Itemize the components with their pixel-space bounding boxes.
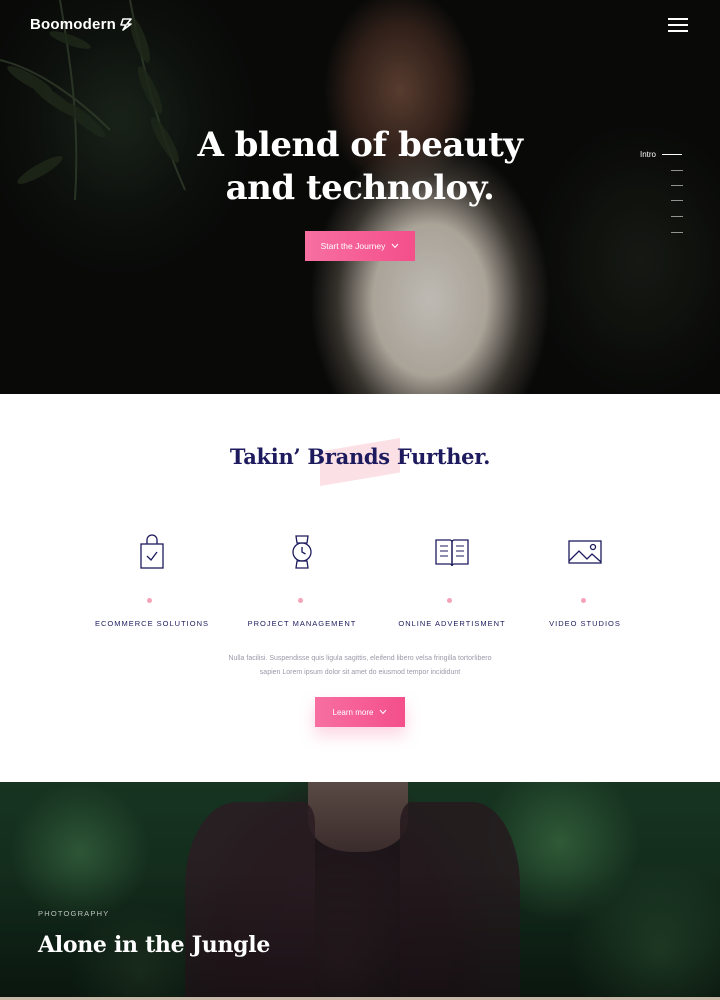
section-side-nav: Intro	[640, 150, 683, 233]
hamburger-menu-icon[interactable]	[668, 18, 688, 32]
feature-label: VIDEO STUDIOS	[549, 619, 621, 628]
side-nav-item[interactable]	[671, 216, 683, 217]
photography-feature-section[interactable]: PHOTOGRAPHY Alone in the Jungle	[0, 782, 720, 1000]
chevron-down-icon	[391, 243, 399, 249]
side-nav-item[interactable]	[671, 232, 683, 233]
learn-more-button[interactable]: Learn more	[315, 697, 405, 727]
services-section: Takin’ Brands Further. ECOMMERCE SOLUTIO…	[0, 394, 720, 782]
lightning-bolt-icon	[120, 18, 132, 31]
hero-title-line1: A blend of beauty	[197, 125, 523, 165]
image-icon	[568, 540, 602, 564]
side-nav-item[interactable]	[671, 185, 683, 186]
services-description-line1: Nulla facilisi. Suspendisse quis ligula …	[228, 655, 492, 662]
section-title: Takin’ Brands Further.	[229, 444, 491, 469]
open-book-icon	[435, 539, 469, 567]
side-nav-item-intro[interactable]: Intro	[640, 150, 683, 159]
watch-icon	[292, 535, 312, 569]
chevron-down-icon	[380, 709, 387, 715]
feature-kicker: PHOTOGRAPHY	[38, 909, 110, 918]
feature-title[interactable]: Alone in the Jungle	[38, 932, 270, 958]
feature-dot	[447, 598, 452, 603]
side-nav-active-line	[662, 154, 683, 155]
services-description: Nulla facilisi. Suspendisse quis ligula …	[210, 652, 510, 680]
start-journey-label: Start the Journey	[320, 241, 386, 251]
start-journey-button[interactable]: Start the Journey	[305, 231, 415, 261]
feature-project-management[interactable]: PROJECT MANAGEMENT	[222, 534, 382, 628]
hero-title-line2: and technoloy.	[225, 168, 495, 208]
hero-section: Boomodern A blend of beauty and technolo…	[0, 0, 720, 394]
shopping-bag-icon	[140, 534, 164, 569]
side-nav-item[interactable]	[671, 170, 683, 171]
feature-label: ECOMMERCE SOLUTIONS	[94, 619, 209, 628]
feature-dot	[298, 598, 303, 603]
side-nav-item[interactable]	[671, 200, 683, 201]
feature-image-overlay	[0, 782, 720, 1000]
feature-ecommerce[interactable]: ECOMMERCE SOLUTIONS	[72, 534, 232, 628]
hero-title: A blend of beauty and technoloy.	[0, 124, 720, 210]
side-nav-intro-label: Intro	[640, 150, 657, 159]
feature-dot	[581, 598, 586, 603]
logo[interactable]: Boomodern	[30, 16, 132, 33]
feature-video-studios[interactable]: VIDEO STUDIOS	[505, 534, 665, 628]
logo-text: Boomodern	[30, 16, 116, 33]
services-description-line2: sapien Lorem ipsum dolor sit amet do eiu…	[259, 669, 461, 676]
learn-more-label: Learn more	[332, 707, 374, 717]
feature-dot	[147, 598, 152, 603]
feature-label: PROJECT MANAGEMENT	[247, 619, 357, 628]
